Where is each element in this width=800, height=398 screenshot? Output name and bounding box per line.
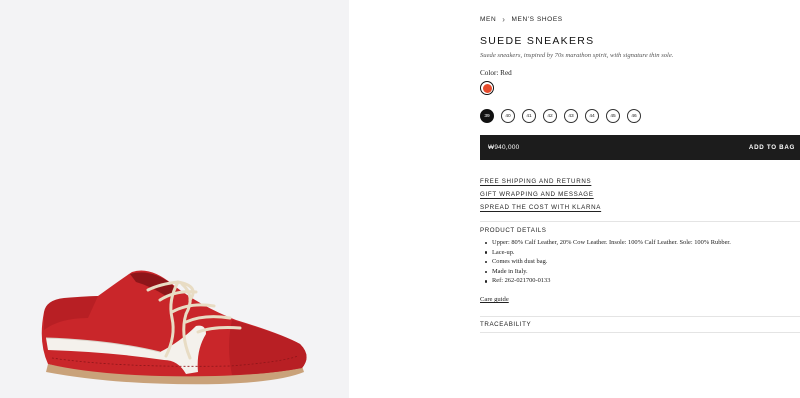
breadcrumb-men[interactable]: MEN <box>480 16 496 23</box>
divider <box>480 316 800 317</box>
divider <box>480 332 800 333</box>
divider <box>480 221 800 222</box>
product-details-toggle[interactable]: PRODUCT DETAILS <box>480 227 800 234</box>
product-title: SUEDE SNEAKERS <box>480 35 595 47</box>
list-item: Made in Italy. <box>485 267 731 277</box>
breadcrumb: MEN › MEN'S SHOES <box>480 14 563 24</box>
size-option[interactable]: 40 <box>501 109 515 123</box>
product-image <box>0 0 349 398</box>
size-selector: 39 40 41 42 43 44 45 46 <box>480 109 641 123</box>
product-price: ₩940,000 <box>488 144 520 151</box>
care-guide-link[interactable]: Care guide <box>480 296 509 303</box>
list-item: Lace-up. <box>485 248 731 258</box>
size-option[interactable]: 39 <box>480 109 494 123</box>
klarna-link[interactable]: SPREAD THE COST WITH KLARNA <box>480 204 601 211</box>
gift-wrapping-link[interactable]: GIFT WRAPPING AND MESSAGE <box>480 191 601 198</box>
breadcrumb-mens-shoes[interactable]: MEN'S SHOES <box>512 16 563 23</box>
product-details-list: Upper: 80% Calf Leather, 20% Cow Leather… <box>485 238 731 286</box>
traceability-heading: TRACEABILITY <box>480 321 532 328</box>
color-label: Color: Red <box>480 69 512 77</box>
add-to-bag-button[interactable]: ADD TO BAG <box>749 144 795 151</box>
add-to-bag-bar: ₩940,000 ADD TO BAG <box>480 135 800 160</box>
size-option[interactable]: 43 <box>564 109 578 123</box>
size-option[interactable]: 45 <box>606 109 620 123</box>
product-panel: MEN › MEN'S SHOES SUEDE SNEAKERS Suede s… <box>480 0 800 398</box>
color-swatch-red[interactable] <box>480 81 494 95</box>
product-details-heading: PRODUCT DETAILS <box>480 227 547 234</box>
red-sneaker-image <box>41 270 307 385</box>
traceability-toggle[interactable]: TRACEABILITY <box>480 321 800 328</box>
size-option[interactable]: 41 <box>522 109 536 123</box>
size-option[interactable]: 46 <box>627 109 641 123</box>
list-item: Ref: 262-021700-0133 <box>485 276 731 286</box>
list-item: Comes with dust bag. <box>485 257 731 267</box>
product-description: Suede sneakers, inspired by 70s marathon… <box>480 52 674 59</box>
size-option[interactable]: 42 <box>543 109 557 123</box>
size-option[interactable]: 44 <box>585 109 599 123</box>
swatch-fill <box>482 83 492 93</box>
list-item: Upper: 80% Calf Leather, 20% Cow Leather… <box>485 238 731 248</box>
free-shipping-link[interactable]: FREE SHIPPING AND RETURNS <box>480 178 601 185</box>
chevron-right-icon: › <box>502 14 506 24</box>
service-links: FREE SHIPPING AND RETURNS GIFT WRAPPING … <box>480 178 601 217</box>
